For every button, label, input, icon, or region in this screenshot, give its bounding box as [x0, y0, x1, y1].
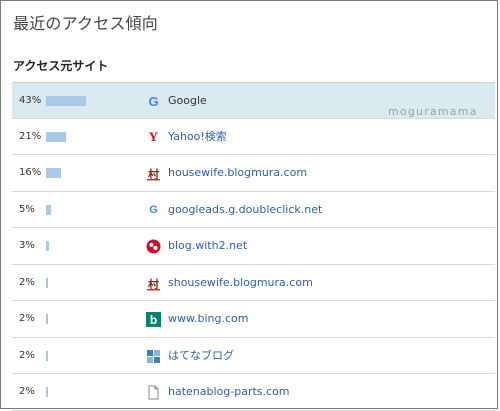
- percent-label: 2%: [19, 386, 35, 397]
- percent-bar: [46, 204, 51, 215]
- percent-bar: [46, 350, 48, 361]
- list-item[interactable]: 2% hatenablog-parts.com: [12, 374, 495, 411]
- site-link[interactable]: blog.with2.net: [168, 228, 247, 264]
- percent-bar: [46, 277, 48, 288]
- site-link[interactable]: Google: [168, 83, 207, 119]
- google-icon: G: [149, 204, 158, 216]
- list-item[interactable]: 16% 村 housewife.blogmura.com: [12, 155, 495, 192]
- percent-bar: [46, 96, 86, 106]
- list-item[interactable]: 2% はてなブログ: [12, 338, 495, 374]
- percent-bar: [46, 387, 48, 397]
- blogmura-icon: 村: [146, 166, 161, 181]
- page-title: 最近のアクセス傾向: [13, 14, 159, 33]
- list-item[interactable]: 3% blog.with2.net: [12, 228, 495, 265]
- percent-label: 3%: [19, 240, 35, 251]
- percent-label: 5%: [19, 203, 35, 215]
- list-item[interactable]: 21% Y Yahoo!検索: [12, 119, 495, 155]
- site-link[interactable]: housewife.blogmura.com: [168, 155, 307, 191]
- google-icon: G: [148, 94, 159, 109]
- percent-label: 2%: [19, 276, 35, 288]
- svg-text:村: 村: [148, 277, 159, 291]
- site-link[interactable]: shousewife.blogmura.com: [168, 265, 313, 301]
- bing-icon: b: [146, 312, 161, 327]
- site-link[interactable]: hatenablog-parts.com: [168, 374, 290, 410]
- percent-label: 43%: [19, 95, 42, 106]
- list-item[interactable]: 2% b www.bing.com: [12, 301, 495, 338]
- percent-label: 21%: [19, 130, 42, 142]
- referrer-list: 43% G Google 21% Y Yahoo!検索 16% 村 housew…: [12, 82, 495, 411]
- blogmura-icon: 村: [146, 276, 161, 291]
- percent-label: 2%: [19, 349, 35, 361]
- percent-bar: [46, 314, 48, 324]
- list-item[interactable]: 2% 村 shousewife.blogmura.com: [12, 265, 495, 301]
- list-item[interactable]: 5% G googleads.g.doubleclick.net: [12, 192, 495, 228]
- percent-label: 16%: [19, 167, 42, 178]
- site-link[interactable]: Yahoo!検索: [168, 119, 227, 155]
- percent-bar: [46, 168, 61, 178]
- percent-bar: [46, 241, 49, 251]
- site-link[interactable]: googleads.g.doubleclick.net: [168, 192, 322, 228]
- section-title: アクセス元サイト: [13, 59, 109, 73]
- with2-icon: [146, 239, 161, 254]
- yahoo-icon: Y: [148, 129, 159, 144]
- svg-text:b: b: [150, 313, 157, 327]
- percent-label: 2%: [19, 313, 35, 324]
- svg-text:村: 村: [148, 167, 159, 181]
- site-link[interactable]: はてなブログ: [168, 338, 234, 374]
- site-link[interactable]: www.bing.com: [168, 301, 248, 337]
- access-trends-panel: 最近のアクセス傾向 アクセス元サイト 43% G Google 21% Y Ya…: [0, 0, 498, 411]
- watermark: moguramama: [388, 105, 478, 118]
- document-icon: [146, 385, 161, 400]
- percent-bar: [46, 131, 66, 142]
- hatena-icon: [146, 349, 161, 364]
